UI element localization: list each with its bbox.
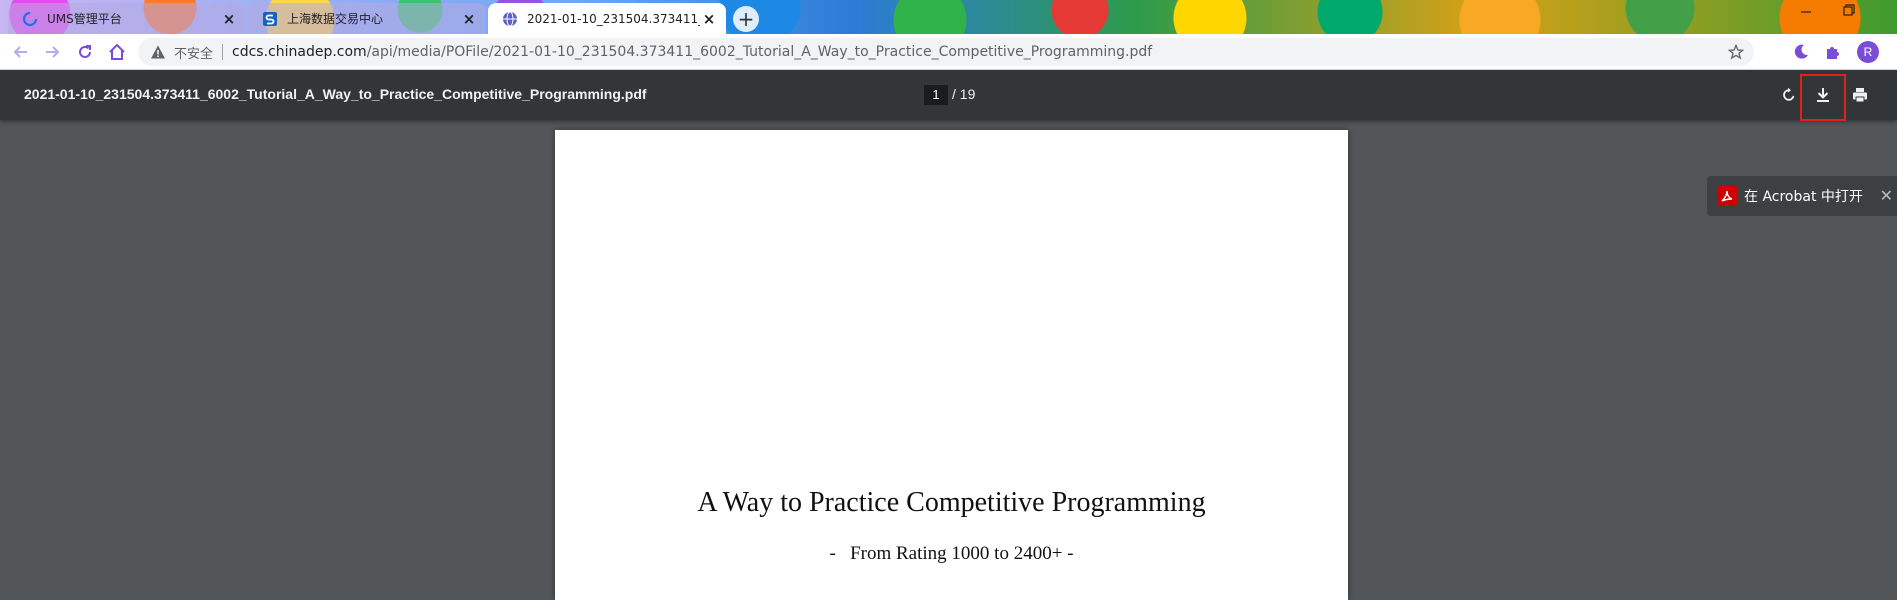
document-title: A Way to Practice Competitive Programmin…	[697, 487, 1206, 518]
forward-icon[interactable]	[41, 41, 63, 63]
tab-close-button[interactable]: ×	[700, 10, 718, 28]
bookmark-star-icon[interactable]	[1727, 43, 1745, 60]
dark-mode-extension-icon[interactable]	[1792, 43, 1810, 61]
minimize-icon[interactable]	[1800, 4, 1812, 20]
print-icon[interactable]	[1848, 83, 1872, 107]
pdf-filename: 2021-01-10_231504.373411_6002_Tutorial_A…	[24, 86, 647, 102]
tab-close-button[interactable]: ×	[460, 10, 478, 28]
url-text[interactable]: cdcs.chinadep.com/api/media/POFile/2021-…	[232, 44, 1152, 60]
profile-avatar[interactable]: R	[1857, 41, 1879, 63]
rotate-icon[interactable]	[1777, 83, 1801, 107]
reload-icon[interactable]	[74, 41, 96, 63]
tab-title: UMS管理平台	[47, 12, 122, 26]
tab-close-button[interactable]: ×	[220, 10, 238, 28]
acrobat-logo-icon	[1717, 186, 1737, 206]
browser-toolbar: 不安全 cdcs.chinadep.com/api/media/POFile/2…	[0, 34, 1897, 70]
download-icon[interactable]	[1811, 83, 1835, 107]
tab-ums[interactable]: UMS管理平台 ×	[8, 3, 246, 34]
divider	[222, 44, 224, 60]
globe-icon	[502, 11, 518, 27]
home-icon[interactable]	[106, 41, 128, 63]
extensions-puzzle-icon[interactable]	[1824, 43, 1842, 61]
back-icon[interactable]	[10, 41, 32, 63]
warning-icon[interactable]	[150, 44, 166, 60]
site-logo-icon	[262, 11, 278, 27]
tab-shanghai-data[interactable]: 上海数据交易中心 ×	[248, 3, 486, 34]
pdf-toolbar: 2021-01-10_231504.373411_6002_Tutorial_A…	[0, 70, 1897, 120]
document-subtitle: - From Rating 1000 to 2400+ -	[829, 543, 1074, 564]
address-bar[interactable]: 不安全 cdcs.chinadep.com/api/media/POFile/2…	[138, 38, 1754, 66]
security-label[interactable]: 不安全	[174, 43, 213, 62]
open-in-acrobat-button[interactable]: 在 Acrobat 中打开 ✕	[1707, 176, 1897, 216]
tab-strip: UMS管理平台 × 上海数据交易中心 × 2021-01-10_231504.3…	[0, 0, 1897, 34]
tab-pdf[interactable]: 2021-01-10_231504.373411_6 ×	[488, 3, 726, 34]
tab-title: 2021-01-10_231504.373411_6	[527, 11, 700, 26]
page-number-input[interactable]: 1	[924, 85, 948, 105]
url-path: /api/media/POFile/2021-01-10_231504.3734…	[366, 44, 1153, 60]
loading-spinner-icon	[22, 11, 38, 27]
open-in-acrobat-label: 在 Acrobat 中打开	[1744, 189, 1863, 205]
restore-icon[interactable]	[1843, 4, 1855, 20]
pdf-page: A Way to Practice Competitive Programmin…	[555, 130, 1348, 600]
new-tab-button[interactable]: +	[733, 6, 759, 32]
tab-title: 上海数据交易中心	[287, 12, 384, 26]
close-acrobat-prompt-button[interactable]: ✕	[1880, 186, 1893, 205]
url-host: cdcs.chinadep.com	[232, 44, 367, 60]
page-total: / 19	[952, 86, 976, 102]
